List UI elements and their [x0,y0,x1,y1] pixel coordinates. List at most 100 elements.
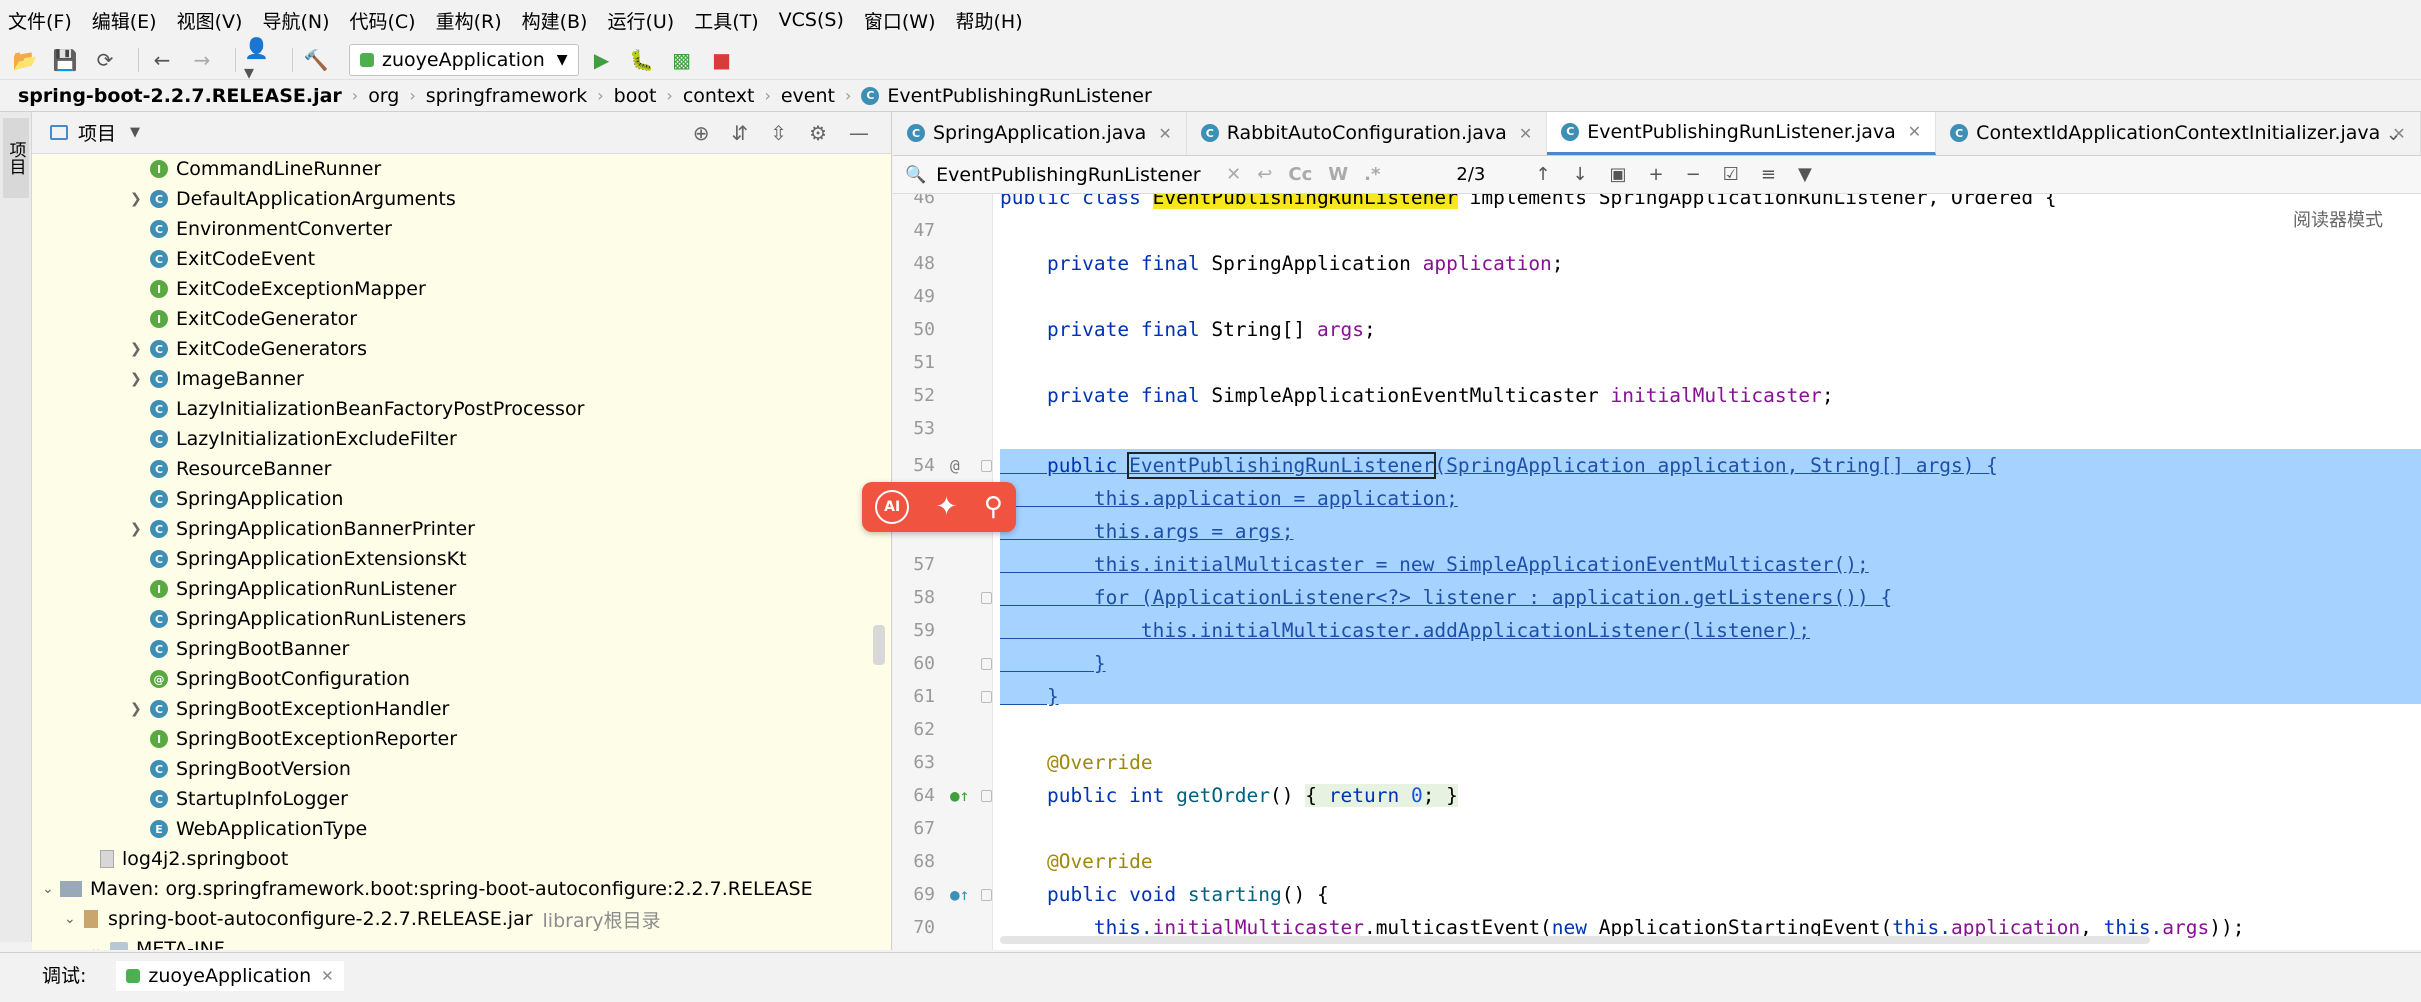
debug-icon[interactable]: 🐛 [627,45,657,75]
chevron-right-icon[interactable]: ❯ [130,701,142,717]
tree-item[interactable]: ❯ C SpringBootExceptionHandler [32,694,891,724]
tree-item[interactable]: I ExitCodeExceptionMapper [32,274,891,304]
menu-item[interactable]: 导航(N) [262,7,329,34]
tree-item[interactable]: I SpringBootExceptionReporter [32,724,891,754]
tree-item[interactable]: C SpringApplicationRunListeners [32,604,891,634]
chevron-down-icon[interactable]: ▼ [130,125,140,140]
chevron-down-icon[interactable]: ⌄ [90,941,102,950]
breadcrumb-item[interactable]: EventPublishingRunListener [887,85,1151,107]
tree-item[interactable]: C SpringApplication [32,484,891,514]
save-icon[interactable]: 💾 [50,45,80,75]
back-icon[interactable]: ← [147,45,177,75]
project-tool-tab[interactable]: 项目 [3,118,29,198]
tree-item[interactable]: I SpringApplicationRunListener [32,574,891,604]
search-icon[interactable]: ⚲ [984,492,1003,522]
menu-item[interactable]: 代码(C) [349,7,415,34]
add-selection-icon[interactable]: + [1649,164,1664,185]
locate-icon[interactable]: ⊕ [693,121,710,145]
tree-item[interactable]: C SpringApplicationExtensionsKt [32,544,891,574]
hide-panel-icon[interactable]: — [849,121,869,145]
tree-item[interactable]: C EnvironmentConverter [32,214,891,244]
open-folder-icon[interactable]: 📂 [10,45,40,75]
tree-item[interactable]: C SpringBootVersion [32,754,891,784]
tree-item[interactable]: ⌄ Maven: org.springframework.boot:spring-… [32,874,891,904]
magic-wand-icon[interactable]: ✦ [936,492,958,522]
project-tree-scrollbar[interactable] [873,625,885,665]
search-icon[interactable]: 🔍 [905,165,926,185]
menu-item[interactable]: 运行(U) [607,7,674,34]
editor-tab[interactable]: C SpringApplication.java ✕ [893,112,1187,155]
reader-mode-toggle[interactable]: 阅读器模式 [2293,206,2383,232]
tree-item[interactable]: I ExitCodeGenerator [32,304,891,334]
tree-item[interactable]: C LazyInitializationBeanFactoryPostProces… [32,394,891,424]
menu-item[interactable]: 文件(F) [8,7,72,34]
breadcrumb-item[interactable]: context [683,85,755,107]
select-occurrences-icon[interactable]: ☑ [1723,164,1739,185]
menu-item[interactable]: VCS(S) [779,9,844,31]
tree-item[interactable]: ❯ C ImageBanner [32,364,891,394]
gear-icon[interactable]: ⚙ [809,121,827,145]
breadcrumb-item[interactable]: org [368,85,399,107]
tree-item[interactable]: ❯ C DefaultApplicationArguments [32,184,891,214]
fold-marker-icon[interactable] [981,657,992,670]
ai-assistant-button[interactable]: AI [875,490,910,524]
fold-marker-icon[interactable] [981,591,992,604]
fold-marker-icon[interactable] [981,459,992,472]
regex-toggle[interactable]: .* [1364,164,1380,185]
chevron-down-icon[interactable]: ⌄ [64,911,76,927]
close-icon[interactable]: ✕ [321,967,334,985]
close-icon[interactable]: ✕ [1519,124,1532,143]
tree-item[interactable]: ❯ C SpringApplicationBannerPrinter [32,514,891,544]
close-icon[interactable]: ✕ [1158,124,1171,143]
tree-item[interactable]: @ SpringBootConfiguration [32,664,891,694]
tree-item[interactable]: ⌄ spring-boot-autoconfigure-2.2.7.RELEASE… [32,904,891,934]
tree-item[interactable]: C LazyInitializationExcludeFilter [32,424,891,454]
horizontal-scrollbar[interactable] [1000,936,2150,944]
tree-item[interactable]: log4j2.springboot [32,844,891,874]
tree-item[interactable]: C SpringBootBanner [32,634,891,664]
menu-item[interactable]: 窗口(W) [864,7,936,34]
override-marker-icon[interactable]: @ [950,456,960,475]
collapse-all-icon[interactable]: ⇳ [770,121,787,145]
chevron-right-icon[interactable]: ❯ [130,341,142,357]
sync-icon[interactable]: ⟳ [90,45,120,75]
editor-tab[interactable]: C EventPublishingRunListener.java ✕ [1547,112,1937,155]
tree-item[interactable]: C ResourceBanner [32,454,891,484]
build-hammer-icon[interactable]: 🔨 [301,45,331,75]
menu-item[interactable]: 编辑(E) [92,7,157,34]
close-icon[interactable]: ✕ [1908,122,1921,141]
coverage-icon[interactable]: ▩ [667,45,697,75]
tree-item[interactable]: E WebApplicationType [32,814,891,844]
history-icon[interactable]: ↩ [1257,164,1272,185]
filter-settings-icon[interactable]: ≡ [1761,164,1776,185]
run-icon[interactable]: ▶ [587,45,617,75]
expand-all-icon[interactable]: ⇵ [732,121,749,145]
run-config-selector[interactable]: zuoyeApplication ▼ [349,43,579,76]
filter-icon[interactable]: ▼ [1798,164,1812,185]
implements-marker-icon[interactable]: ●↑ [950,786,969,805]
implements-marker-icon[interactable]: ●↑ [950,885,969,904]
menu-item[interactable]: 视图(V) [177,7,243,34]
menu-item[interactable]: 帮助(H) [956,7,1023,34]
editor-tab[interactable]: C ContextIdApplicationContextInitializer.… [1936,112,2421,155]
project-panel-title[interactable]: 项目 [78,119,116,146]
fold-marker-icon[interactable] [981,789,992,802]
remove-selection-icon[interactable]: − [1686,164,1701,185]
chevron-down-icon[interactable]: ⌄ [42,881,54,897]
forward-icon[interactable]: → [187,45,217,75]
tabs-dropdown-icon[interactable]: ⌄ [2386,124,2401,145]
breadcrumb-item[interactable]: spring-boot-2.2.7.RELEASE.jar [18,85,342,107]
folded-region[interactable]: { return 0; } [1305,784,1458,807]
stop-icon[interactable]: ■ [707,45,737,75]
tree-item[interactable]: ❯ C ExitCodeGenerators [32,334,891,364]
previous-occurrence-icon[interactable]: ↑ [1535,164,1550,185]
menu-item[interactable]: 构建(B) [522,7,588,34]
chevron-right-icon[interactable]: ❯ [130,191,142,207]
match-case-toggle[interactable]: Cc [1288,164,1312,185]
fold-marker-icon[interactable] [981,888,992,901]
tree-item[interactable]: ⌄ META-INF [32,934,891,950]
tree-item[interactable]: C ExitCodeEvent [32,244,891,274]
editor-tab[interactable]: C RabbitAutoConfiguration.java ✕ [1187,112,1548,155]
menu-item[interactable]: 工具(T) [694,7,758,34]
tree-item[interactable]: I CommandLineRunner [32,154,891,184]
